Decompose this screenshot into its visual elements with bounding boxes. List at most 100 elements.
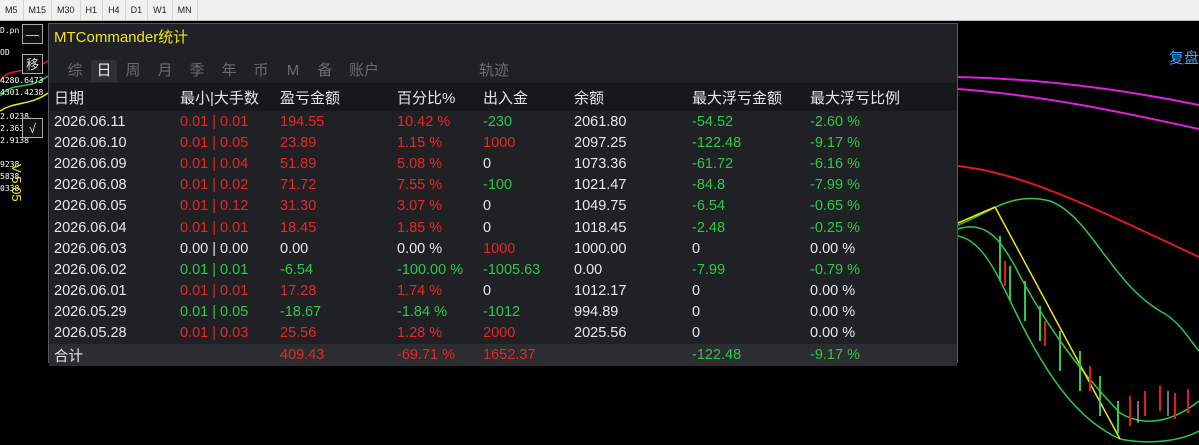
- table-row[interactable]: 2026.06.11 0.01 | 0.01 194.55 10.42 % -230 20…: [49, 111, 957, 132]
- total-max-dd-pct: -9.17 %: [810, 347, 860, 364]
- cell-pct: -1.84 %: [397, 304, 447, 321]
- minimize-button[interactable]: —: [22, 24, 43, 44]
- tab-m[interactable]: M: [277, 60, 309, 82]
- cell-flow: 2000: [483, 325, 516, 342]
- tab-backup[interactable]: 备: [309, 60, 341, 82]
- cell-max-dd: 0: [692, 325, 701, 342]
- tab-summary[interactable]: 综: [59, 60, 91, 82]
- header-date[interactable]: 日期: [49, 87, 180, 108]
- cell-date: 2026.06.11: [54, 113, 126, 130]
- table-body: 2026.06.11 0.01 | 0.01 194.55 10.42 % -230 20…: [49, 111, 957, 344]
- tf-h1[interactable]: H1: [81, 0, 104, 20]
- period-tabs: 综 日 周 月 季 年 币 M 备 账户 轨迹: [59, 60, 559, 82]
- tf-m5[interactable]: M5: [0, 0, 24, 20]
- cell-max-dd: -61.72: [692, 155, 734, 172]
- total-flow: 1652.37: [483, 347, 536, 364]
- header-pnl[interactable]: 盈亏金额: [280, 87, 397, 108]
- cell-pct: 1.28 %: [397, 325, 443, 342]
- cell-max-dd-pct: -0.65 %: [810, 198, 860, 215]
- cell-pct: 10.42 %: [397, 113, 451, 130]
- tab-day[interactable]: 日: [91, 60, 117, 82]
- replay-label[interactable]: 复盘: [1169, 47, 1199, 68]
- table-row[interactable]: 2026.06.10 0.01 | 0.05 23.89 1.15 % 1000 2097…: [49, 132, 957, 153]
- check-button[interactable]: √: [22, 118, 43, 138]
- table-row[interactable]: 2026.06.09 0.01 | 0.04 51.89 5.08 % 0 1073.36…: [49, 153, 957, 174]
- chart-fragment: 4301.4238: [0, 88, 44, 97]
- tab-account[interactable]: 账户: [341, 60, 409, 82]
- header-pct[interactable]: 百分比%: [397, 87, 483, 108]
- tf-h4[interactable]: H4: [103, 0, 126, 20]
- tf-w1[interactable]: W1: [148, 0, 173, 20]
- table-row[interactable]: 2026.06.01 0.01 | 0.01 17.28 1.74 % 0 1012.17…: [49, 281, 957, 302]
- cell-pnl: 17.28: [280, 283, 317, 300]
- cell-lots: 0.01 | 0.03: [180, 325, 249, 342]
- cell-flow: -1012: [483, 304, 521, 321]
- cell-date: 2026.06.01: [54, 283, 127, 300]
- cell-lots: 0.01 | 0.12: [180, 198, 249, 215]
- cell-max-dd: -84.8: [692, 177, 726, 194]
- cell-pct: 7.55 %: [397, 177, 443, 194]
- cell-pnl: 31.30: [280, 198, 317, 215]
- cell-balance: 1000.00: [574, 240, 627, 257]
- table-row[interactable]: 2026.05.28 0.01 | 0.03 25.56 1.28 % 2000 2025…: [49, 323, 957, 344]
- cell-balance: 1049.75: [574, 198, 627, 215]
- cell-max-dd-pct: -2.60 %: [810, 113, 860, 130]
- cell-balance: 1021.47: [574, 177, 627, 194]
- chart-fragment: 4280.6473: [0, 76, 44, 85]
- cell-date: 2026.06.03: [54, 240, 127, 257]
- tf-mn[interactable]: MN: [173, 0, 198, 20]
- cell-lots: 0.01 | 0.01: [180, 219, 249, 236]
- cell-date: 2026.06.09: [54, 155, 127, 172]
- tf-d1[interactable]: D1: [126, 0, 149, 20]
- cell-pct: 1.15 %: [397, 134, 443, 151]
- header-lots[interactable]: 最小|大手数: [180, 87, 280, 108]
- cell-pnl: -18.67: [280, 304, 322, 321]
- total-row: 合计 409.43 -69.71 % 1652.37 -122.48 -9.17…: [49, 344, 957, 367]
- cell-date: 2026.05.29: [54, 304, 127, 321]
- tab-currency[interactable]: 币: [245, 60, 277, 82]
- cell-lots: 0.01 | 0.04: [180, 155, 249, 172]
- cell-flow: 0: [483, 198, 492, 215]
- cell-pnl: 25.56: [280, 325, 317, 342]
- table-row[interactable]: 2026.06.08 0.01 | 0.02 71.72 7.55 % -100 1021…: [49, 175, 957, 196]
- cell-flow: 0: [483, 283, 492, 300]
- cell-max-dd-pct: 0.00 %: [810, 240, 856, 257]
- cell-pnl: 18.45: [280, 219, 317, 236]
- tab-week[interactable]: 周: [117, 60, 149, 82]
- cell-max-dd-pct: 0.00 %: [810, 325, 856, 342]
- cell-pct: 5.08 %: [397, 155, 443, 172]
- cell-max-dd: -54.52: [692, 113, 734, 130]
- table-row[interactable]: 2026.05.29 0.01 | 0.05 -18.67 -1.84 % -1012 9…: [49, 302, 957, 323]
- cell-max-dd: -7.99: [692, 261, 726, 278]
- tab-track[interactable]: 轨迹: [479, 60, 559, 82]
- panel-title: MTCommander统计: [54, 29, 189, 46]
- header-max-dd[interactable]: 最大浮亏金额: [692, 87, 810, 108]
- tab-month[interactable]: 月: [149, 60, 181, 82]
- cell-balance: 2097.25: [574, 134, 627, 151]
- tab-year[interactable]: 年: [213, 60, 245, 82]
- cell-pnl: -6.54: [280, 261, 314, 278]
- cell-date: 2026.06.05: [54, 198, 127, 215]
- cell-max-dd: 0: [692, 240, 701, 257]
- cell-max-dd-pct: -0.79 %: [810, 261, 860, 278]
- timeframe-toolbar: M5 M15 M30 H1 H4 D1 W1 MN: [0, 0, 1199, 21]
- tf-m15[interactable]: M15: [24, 0, 53, 20]
- move-button[interactable]: 移: [22, 54, 43, 74]
- header-flow[interactable]: 出入金: [483, 87, 574, 108]
- cell-balance: 1073.36: [574, 155, 627, 172]
- cell-lots: 0.01 | 0.01: [180, 261, 249, 278]
- cell-pct: 3.07 %: [397, 198, 443, 215]
- table-row[interactable]: 2026.06.02 0.01 | 0.01 -6.54 -100.00 % -1005…: [49, 259, 957, 280]
- total-pnl: 409.43: [280, 347, 325, 364]
- cell-lots: 0.01 | 0.02: [180, 177, 249, 194]
- tab-quarter[interactable]: 季: [181, 60, 213, 82]
- table-row[interactable]: 2026.06.05 0.01 | 0.12 31.30 3.07 % 0 1049.75…: [49, 196, 957, 217]
- header-balance[interactable]: 余额: [574, 87, 692, 108]
- header-max-dd-pct[interactable]: 最大浮亏比例: [810, 87, 940, 108]
- table-row[interactable]: 2026.06.03 0.00 | 0.00 0.00 0.00 % 1000 1000.…: [49, 238, 957, 259]
- cell-lots: 0.00 | 0.00: [180, 240, 249, 257]
- tf-m30[interactable]: M30: [52, 0, 81, 20]
- cell-balance: 994.89: [574, 304, 619, 321]
- table-row[interactable]: 2026.06.04 0.01 | 0.01 18.45 1.85 % 0 1018.45…: [49, 217, 957, 238]
- cell-flow: 0: [483, 219, 492, 236]
